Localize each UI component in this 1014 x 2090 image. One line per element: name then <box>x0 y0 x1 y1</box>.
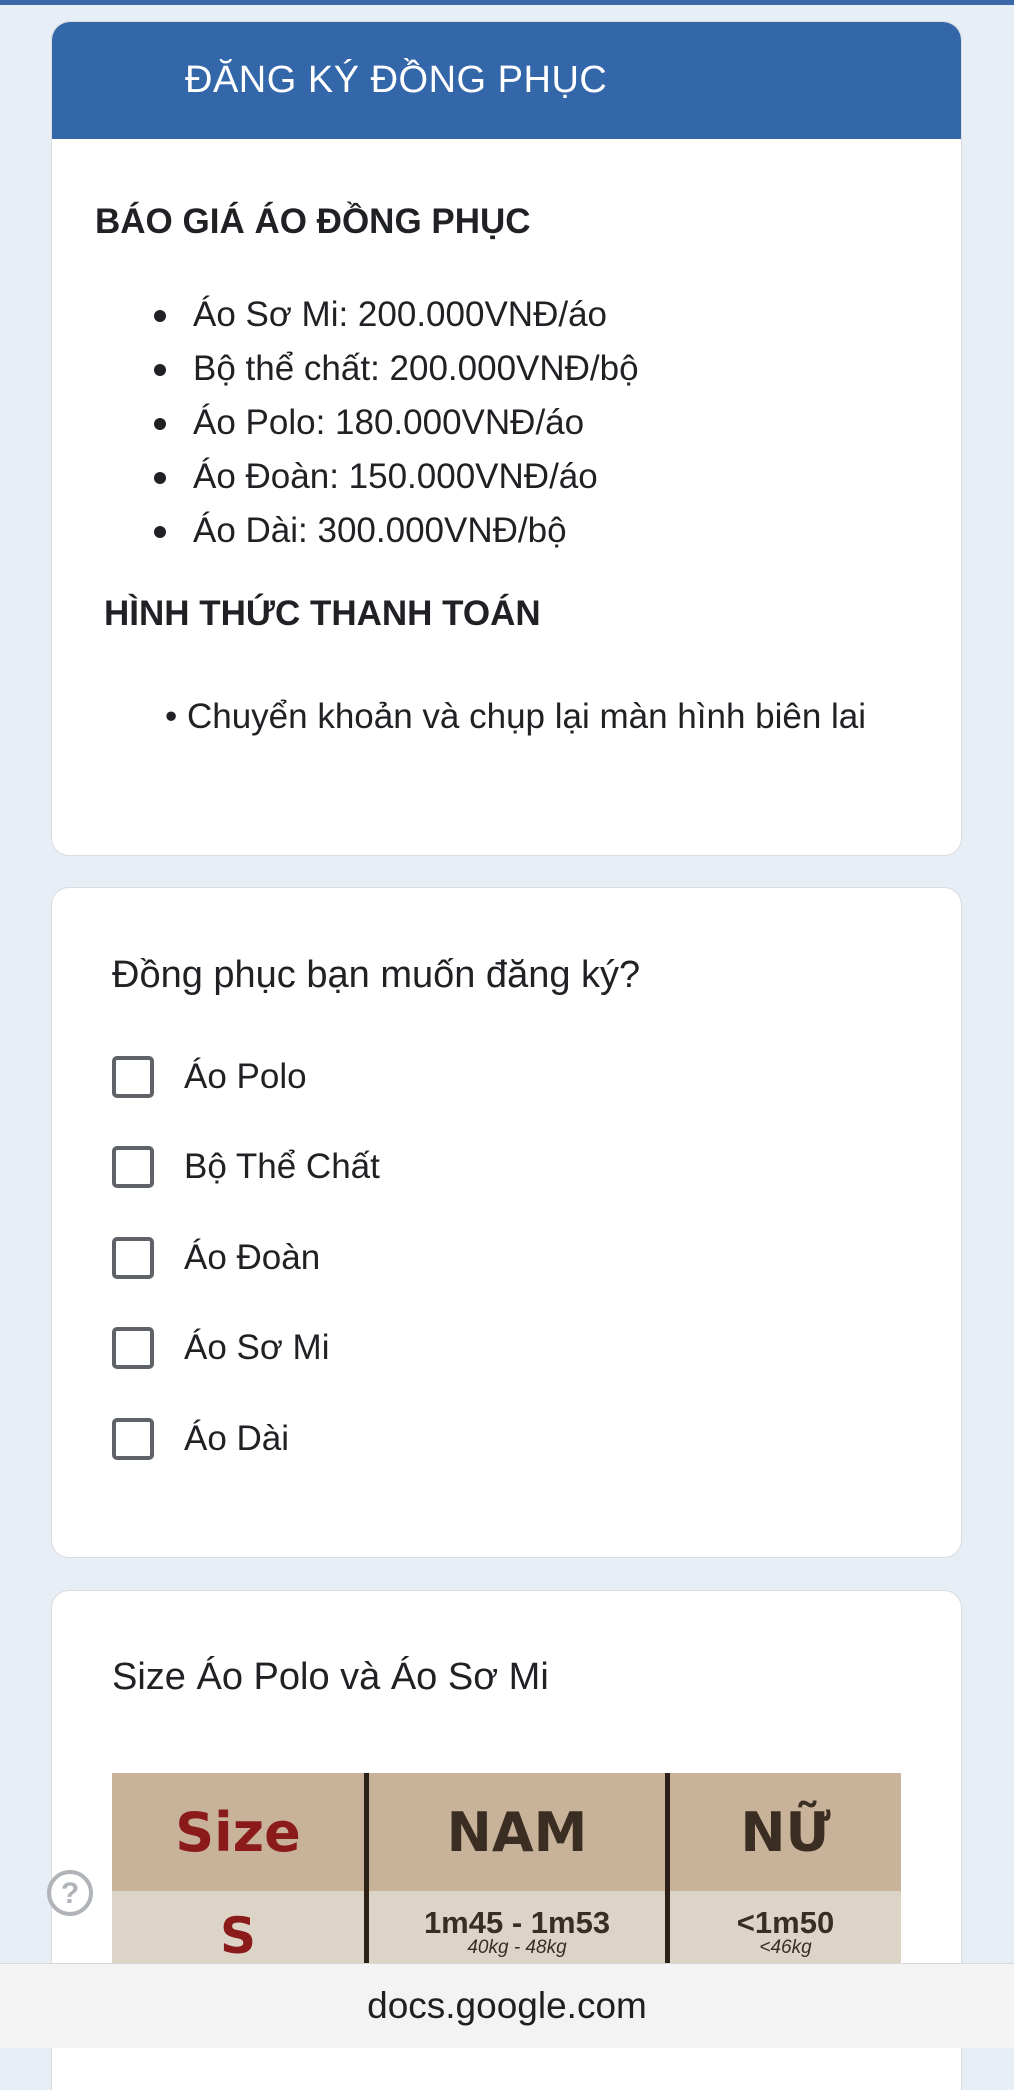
price-item: Áo Polo: 180.000VNĐ/áo <box>141 396 639 450</box>
bullet-icon <box>154 364 166 376</box>
bullet-icon <box>154 310 166 322</box>
checkbox[interactable] <box>112 1327 154 1369</box>
form-header-banner: ĐĂNG KÝ ĐỒNG PHỤC <box>52 22 961 139</box>
checkbox-option-ao-doan[interactable]: Áo Đoàn <box>112 1232 320 1284</box>
browser-address-bar[interactable]: docs.google.com <box>0 1963 1014 2048</box>
top-strip <box>0 0 1014 5</box>
size-question-title: Size Áo Polo và Áo Sơ Mi <box>112 1656 549 1698</box>
price-item: Bộ thể chất: 200.000VNĐ/bộ <box>141 342 639 396</box>
checkbox-option-ao-polo[interactable]: Áo Polo <box>112 1051 307 1103</box>
checkbox[interactable] <box>112 1418 154 1460</box>
male-header: NAM <box>366 1773 670 1891</box>
option-label: Áo Dài <box>184 1419 290 1458</box>
price-item-text: Áo Sơ Mi: 200.000VNĐ/áo <box>193 295 608 334</box>
price-item-text: Áo Đoàn: 150.000VNĐ/áo <box>193 457 598 496</box>
option-label: Áo Đoàn <box>184 1238 321 1277</box>
female-header: NỮ <box>667 1773 901 1891</box>
url-text: docs.google.com <box>367 1985 647 2026</box>
checkbox-option-ao-dai[interactable]: Áo Dài <box>112 1413 289 1465</box>
price-item-text: Bộ thể chất: 200.000VNĐ/bộ <box>193 349 639 388</box>
option-label: Áo Sơ Mi <box>184 1328 330 1367</box>
checkbox-option-ao-so-mi[interactable]: Áo Sơ Mi <box>112 1322 330 1374</box>
option-label: Áo Polo <box>184 1057 307 1096</box>
price-item: Áo Sơ Mi: 200.000VNĐ/áo <box>141 288 639 342</box>
payment-title: HÌNH THỨC THANH TOÁN <box>104 594 541 633</box>
male-height: 1m45 - 1m53 <box>423 1905 611 1940</box>
price-list: Áo Sơ Mi: 200.000VNĐ/áo Bộ thể chất: 200… <box>141 288 639 558</box>
form-title: ĐĂNG KÝ ĐỒNG PHỤC <box>185 59 608 101</box>
uniform-question-title: Đồng phục bạn muốn đăng ký? <box>112 954 641 996</box>
size-chart-image: Size NAM NỮ S 1m45 - 1m53 40kg - 48kg <1… <box>112 1773 901 1992</box>
price-item: Áo Đoàn: 150.000VNĐ/áo <box>141 450 639 504</box>
female-height: <1m50 <box>736 1905 835 1940</box>
pricing-title: BÁO GIÁ ÁO ĐỒNG PHỤC <box>95 202 531 241</box>
form-header-card: ĐĂNG KÝ ĐỒNG PHỤC BÁO GIÁ ÁO ĐỒNG PHỤC Á… <box>51 21 962 856</box>
size-value: S <box>219 1907 256 1965</box>
checkbox[interactable] <box>112 1146 154 1188</box>
bullet-icon <box>154 472 166 484</box>
checkbox-option-bo-the-chat[interactable]: Bộ Thể Chất <box>112 1141 380 1193</box>
male-weight: 40kg - 48kg <box>467 1937 567 1958</box>
option-label: Bộ Thể Chất <box>184 1147 380 1186</box>
bullet-icon <box>154 418 166 430</box>
help-icon[interactable]: ? <box>47 1870 93 1916</box>
price-item-text: Áo Dài: 300.000VNĐ/bộ <box>193 511 567 550</box>
size-header: Size <box>112 1773 369 1891</box>
checkbox[interactable] <box>112 1237 154 1279</box>
payment-item: • Chuyển khoản và chụp lại màn hình biên… <box>165 697 867 736</box>
bullet-icon <box>154 526 166 538</box>
checkbox[interactable] <box>112 1056 154 1098</box>
price-item-text: Áo Polo: 180.000VNĐ/áo <box>193 403 585 442</box>
uniform-question-card: Đồng phục bạn muốn đăng ký? Áo Polo Bộ T… <box>51 887 962 1558</box>
price-item: Áo Dài: 300.000VNĐ/bộ <box>141 504 639 558</box>
female-weight: <46kg <box>759 1937 812 1958</box>
